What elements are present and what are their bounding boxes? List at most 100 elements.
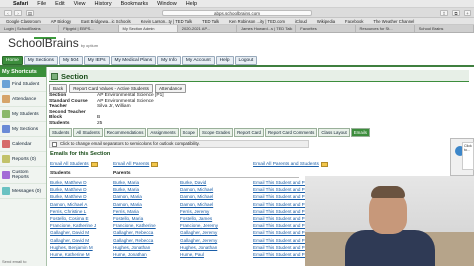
- student-link[interactable]: Burke, Matthew D: [50, 193, 96, 200]
- browser-tab-active[interactable]: My Section Admin: [118, 25, 178, 32]
- report-card-values-button[interactable]: Report Card Values - Active Students: [69, 84, 153, 93]
- browser-tab[interactable]: 2020-2021 AP...: [178, 25, 237, 32]
- student-link[interactable]: Ferris, Christine L: [50, 208, 96, 215]
- tab-scope-grades[interactable]: Scope Grades: [198, 128, 234, 137]
- bookmark-item[interactable]: The Weather Channel: [373, 19, 414, 24]
- menu-history[interactable]: History: [94, 1, 111, 7]
- shortcut-my-students[interactable]: My Students: [0, 107, 46, 122]
- menu-bookmarks[interactable]: Bookmarks: [121, 1, 149, 7]
- parent-link[interactable]: Gallagher, Rebecca: [113, 229, 156, 236]
- shortcut-my-sections[interactable]: My Sections: [0, 122, 46, 137]
- browser-tab[interactable]: Login | SchoolBrains: [0, 25, 60, 32]
- browser-tab[interactable]: School Brains: [415, 25, 474, 32]
- new-tab-icon[interactable]: +: [464, 10, 471, 16]
- browser-tab[interactable]: Favorites: [296, 25, 356, 32]
- shortcut-calendar[interactable]: Calendar: [0, 137, 46, 152]
- parent-link[interactable]: Damon, Michael: [180, 186, 218, 193]
- schoolbrains-logo[interactable]: SchoolBrains by optium: [8, 36, 98, 50]
- back-arrow-icon[interactable]: ‹: [4, 10, 12, 16]
- email-all-students-link[interactable]: Email All Students: [50, 162, 98, 167]
- parent-link[interactable]: Gallagher, Jeremy: [180, 229, 218, 236]
- email-all-parents-link[interactable]: Email All Parents: [113, 162, 159, 167]
- forward-arrow-icon[interactable]: ›: [14, 10, 22, 16]
- parent-link[interactable]: Burke, David: [180, 179, 218, 186]
- student-link[interactable]: Burke, Matthew D: [50, 179, 96, 186]
- parent-link[interactable]: Francione, Jeremy: [180, 222, 218, 229]
- shortcut-attendance[interactable]: Attendance: [0, 92, 46, 107]
- parent-link[interactable]: Hughes, Jonathan: [180, 244, 218, 251]
- shortcut-custom-reports[interactable]: Custom Reports: [0, 167, 46, 184]
- student-link[interactable]: Hume, Katherine M: [50, 251, 96, 258]
- student-link[interactable]: Burke, Matthew D: [50, 186, 96, 193]
- bookmark-item[interactable]: Ken Robinson ...ity | TED.com: [229, 19, 285, 24]
- student-link[interactable]: Fostello, Cosima E: [50, 215, 96, 222]
- bookmark-item[interactable]: Facebook: [345, 19, 363, 24]
- bookmark-item[interactable]: iCloud: [295, 19, 307, 24]
- share-icon[interactable]: ⇪: [440, 10, 448, 16]
- nav-help[interactable]: Help: [215, 56, 234, 65]
- shortcut-find-student[interactable]: Find Student: [0, 77, 46, 92]
- tab-students[interactable]: Students: [49, 128, 73, 137]
- tab-report-card-comments[interactable]: Report Card Comments: [264, 128, 318, 137]
- student-link[interactable]: Gallagher, David M: [50, 237, 96, 244]
- tab-all-students[interactable]: All Students: [73, 128, 103, 137]
- menu-window[interactable]: Window: [157, 1, 177, 7]
- parent-link[interactable]: Damon, Maria: [113, 201, 156, 208]
- menu-file[interactable]: File: [37, 1, 46, 7]
- sidebar-toggle-icon[interactable]: ▤: [26, 10, 34, 16]
- nav-my-medical-plans[interactable]: My Medical Plans: [110, 56, 157, 65]
- nav-my-ieps[interactable]: My IEPs: [83, 56, 110, 65]
- nav-logout[interactable]: Logout: [234, 56, 258, 65]
- tab-report-card[interactable]: Report Card: [234, 128, 264, 137]
- parent-link[interactable]: Burke, Maria: [113, 179, 156, 186]
- parent-link[interactable]: Gallagher, Rebecca: [113, 237, 156, 244]
- nav-my-account[interactable]: My Account: [181, 56, 215, 65]
- browser-tab[interactable]: Resources for St...: [356, 25, 415, 32]
- menu-app-name[interactable]: Safari: [13, 1, 28, 7]
- student-link[interactable]: Hughes, Benjamin M: [50, 244, 96, 251]
- tab-scope[interactable]: Scope: [179, 128, 198, 137]
- bookmark-item[interactable]: AP Biology: [51, 19, 71, 24]
- parent-link[interactable]: Francione, Katherine: [113, 222, 156, 229]
- address-bar[interactable]: abps.schoolbrains.com: [162, 10, 312, 16]
- tab-class-layout[interactable]: Class Layout: [318, 128, 350, 137]
- browser-tab[interactable]: Flipgrid | EBPS...: [59, 25, 119, 32]
- nav-home[interactable]: Home: [2, 56, 23, 65]
- parent-link[interactable]: Burke, Maria: [113, 186, 156, 193]
- bookmark-item[interactable]: Kevin Larson...ty | TED Talk: [141, 19, 192, 24]
- attendance-button[interactable]: Attendance: [154, 84, 187, 93]
- parent-link[interactable]: Hughes, Jonathan: [113, 244, 156, 251]
- parent-link[interactable]: Gallagher, Jeremy: [180, 237, 218, 244]
- separator-checkbox[interactable]: [52, 142, 57, 147]
- bookmark-item[interactable]: TED Talk: [202, 19, 219, 24]
- nav-my-info[interactable]: My Info: [157, 56, 181, 65]
- menu-edit[interactable]: Edit: [55, 1, 64, 7]
- parent-link[interactable]: Hume, Paul: [180, 251, 218, 258]
- tabs-overview-icon[interactable]: ⧉: [452, 10, 460, 16]
- student-link[interactable]: Gallagher, David M: [50, 229, 96, 236]
- parent-link[interactable]: Fostello, Maria: [113, 215, 156, 222]
- bookmark-item[interactable]: East Bridgewa...ic Schools: [81, 19, 131, 24]
- nav-my-504[interactable]: My 504: [58, 56, 83, 65]
- menu-view[interactable]: View: [74, 1, 86, 7]
- tab-recommendations[interactable]: Recommendations: [103, 128, 147, 137]
- parent-link[interactable]: Ferris, Jeremy: [180, 208, 218, 215]
- parent-link[interactable]: Damon, Michael: [180, 201, 218, 208]
- bookmark-item[interactable]: Google Classroom: [6, 19, 41, 24]
- shortcut-reports[interactable]: Reports (0): [0, 152, 46, 167]
- parent-link[interactable]: Damon, Michael: [180, 193, 218, 200]
- parent-link[interactable]: Fostello, James: [180, 215, 218, 222]
- parent-link[interactable]: Damon, Maria: [113, 193, 156, 200]
- browser-tab[interactable]: James Howard...s | TED Talk: [237, 25, 297, 32]
- separator-toggle[interactable]: Click to change email separators to semi…: [49, 140, 309, 148]
- parent-link[interactable]: Ferris, Maria: [113, 208, 156, 215]
- back-button[interactable]: Back: [49, 84, 68, 93]
- parent-link[interactable]: Hume, Jonathan: [113, 251, 156, 258]
- student-link[interactable]: Damon, Michael A: [50, 201, 96, 208]
- bookmark-item[interactable]: Wikipedia: [317, 19, 335, 24]
- tab-assignments[interactable]: Assignments: [147, 128, 179, 137]
- menu-help[interactable]: Help: [186, 1, 197, 7]
- tab-emails[interactable]: Emails: [350, 128, 370, 137]
- nav-my-sections[interactable]: My Sections: [23, 56, 58, 65]
- shortcut-messages[interactable]: Messages (0): [0, 184, 46, 199]
